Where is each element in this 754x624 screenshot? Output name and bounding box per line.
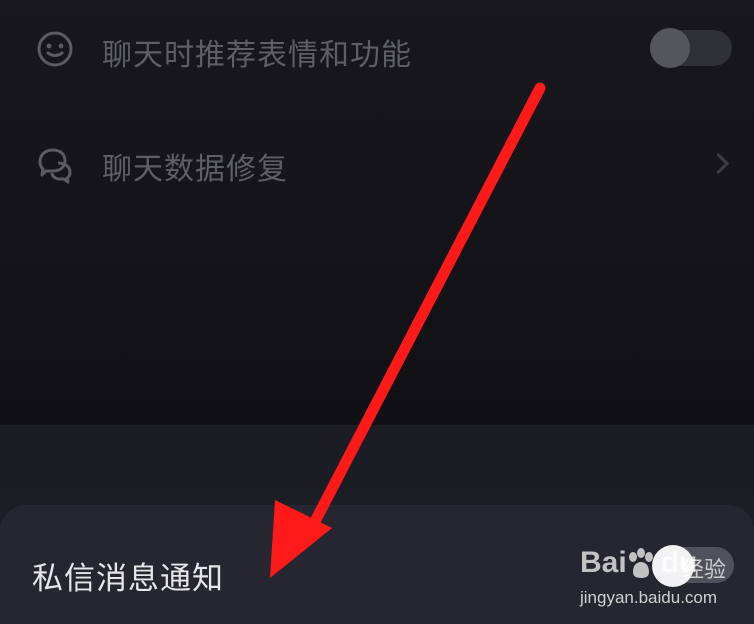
- setting-label-recommend-emoji: 聊天时推荐表情和功能: [102, 38, 412, 73]
- toggle-knob: [650, 28, 690, 68]
- emoji-face-icon: [37, 31, 73, 67]
- baidu-jingyan-watermark: Bai du 经验 jingyan.baidu.com: [580, 546, 750, 612]
- private-message-notification-label: 私信消息通知: [32, 561, 224, 597]
- recommend-emoji-toggle[interactable]: [650, 28, 732, 68]
- settings-screen: 聊天时推荐表情和功能 聊天数据修复 私信消息通知 Bai du 经验 jingy…: [0, 0, 754, 624]
- chevron-right-icon: [707, 152, 730, 175]
- setting-row-chat-repair[interactable]: 聊天数据修复: [0, 122, 754, 202]
- setting-row-recommend-emoji[interactable]: 聊天时推荐表情和功能: [0, 8, 754, 88]
- setting-label-chat-repair: 聊天数据修复: [102, 152, 288, 187]
- baidu-paw-icon: [629, 548, 653, 578]
- watermark-url: jingyan.baidu.com: [580, 588, 718, 607]
- watermark-product: 经验: [682, 558, 727, 583]
- chat-bubbles-icon: [38, 148, 72, 184]
